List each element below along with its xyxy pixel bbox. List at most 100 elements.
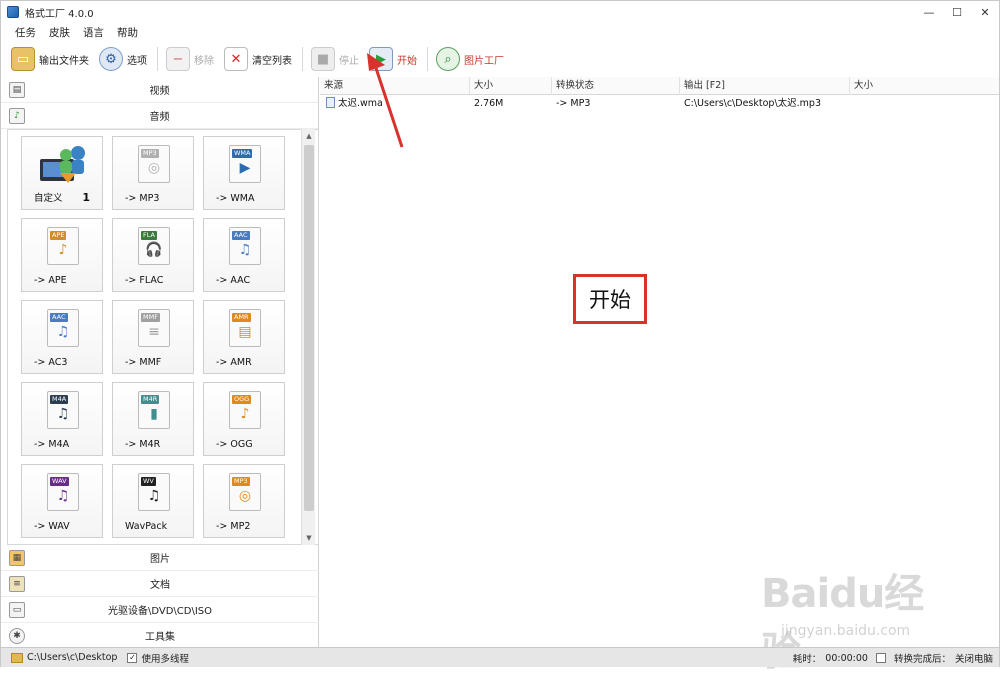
format-label: -> AAC [216, 275, 251, 286]
format-label: -> MP3 [125, 193, 160, 204]
count-badge: 1 [82, 191, 90, 204]
output-folder-button[interactable]: ▭ 输出文件夹 [11, 45, 89, 73]
category-label: 光驱设备\DVD\CD\ISO [107, 606, 213, 617]
format-tag: AMR [232, 313, 251, 322]
category-tools[interactable]: ✱ 工具集 [1, 623, 319, 649]
format-tag: AAC [50, 313, 68, 322]
window-controls: — ☐ ✕ [915, 1, 999, 23]
output-folder-label: 输出文件夹 [39, 55, 89, 67]
music-note-icon: ♪ [9, 107, 25, 124]
options-label: 选项 [127, 55, 147, 67]
format-tile[interactable]: MP3 ◎ -> MP3 [112, 136, 194, 210]
menu-skin[interactable]: 皮肤 [49, 25, 70, 40]
format-tile[interactable]: MMF ≡ -> MMF [112, 300, 194, 374]
format-label: -> OGG [216, 439, 253, 450]
scroll-thumb[interactable] [304, 145, 314, 511]
format-tile[interactable]: AAC ♫ -> AAC [203, 218, 285, 292]
column-size[interactable]: 大小 [470, 77, 552, 95]
close-button[interactable]: ✕ [971, 1, 999, 23]
category-label: 音频 [149, 112, 170, 123]
format-glyph-icon: ♫ [56, 488, 70, 504]
format-label: -> AMR [216, 357, 252, 368]
category-document[interactable]: ≡ 文档 [1, 571, 319, 597]
minimize-button[interactable]: — [915, 1, 943, 23]
scrollbar[interactable]: ▲ ▼ [301, 129, 315, 545]
menu-help[interactable]: 帮助 [117, 25, 138, 40]
magnifier-icon: ⌕ [436, 47, 460, 71]
multithread-checkbox[interactable]: ✓ [127, 652, 138, 663]
elapsed-time: 00:00:00 [825, 652, 868, 664]
format-glyph-icon: ▶ [239, 160, 251, 176]
format-glyph-icon: ♪ [58, 242, 68, 258]
remove-label: 移除 [194, 55, 214, 67]
format-label: -> AC3 [34, 357, 68, 368]
annotation-label: 开始 [573, 274, 647, 324]
app-logo-icon [7, 6, 19, 18]
options-button[interactable]: ⚙ 选项 [99, 45, 147, 73]
bottom-categories: ▦ 图片 ≡ 文档 ▭ 光驱设备\DVD\CD\ISO ✱ 工具集 [1, 545, 319, 649]
app-window: 格式工厂 4.0.0 — ☐ ✕ 任务 皮肤 语言 帮助 ▭ 输出文件夹 ⚙ 选… [0, 0, 1000, 675]
annotation-arrow [367, 53, 404, 148]
category-video[interactable]: ▤ 视频 [1, 77, 318, 103]
status-bar: C:\Users\c\Desktop ✓ 使用多线程 耗时： 00:00:00 … [1, 647, 999, 667]
picture-factory-button[interactable]: ⌕ 图片工厂 [436, 45, 504, 73]
format-glyph-icon: 🎧 [145, 242, 163, 258]
folder-icon[interactable] [11, 652, 23, 663]
format-label: -> M4A [34, 439, 70, 450]
format-tag: WV [141, 477, 156, 486]
format-tag: MMF [141, 313, 160, 322]
stop-button[interactable]: ■ 停止 [311, 45, 359, 73]
category-label: 文档 [150, 580, 170, 591]
status-right: 耗时： 00:00:00 转换完成后： 关闭电脑 [789, 648, 993, 668]
format-glyph-icon: ♫ [147, 488, 161, 504]
format-file-icon: MMF ≡ [138, 309, 170, 347]
row-status: -> MP3 [556, 98, 591, 109]
picture-icon: ▦ [9, 549, 25, 566]
format-tile[interactable]: MP3 ◎ -> MP2 [203, 464, 285, 538]
column-output[interactable]: 输出 [F2] [680, 77, 850, 95]
category-audio[interactable]: ♪ 音频 [1, 103, 318, 129]
format-tile[interactable]: WMA ▶ -> WMA [203, 136, 285, 210]
after-convert-value[interactable]: 关闭电脑 [955, 651, 993, 665]
format-tile[interactable]: FLA 🎧 -> FLAC [112, 218, 194, 292]
audio-format-grid: 自定义 1 MP3 ◎ -> MP3 WMA ▶ -> WMA APE ♪ -> APE FLA 🎧 ->… [7, 129, 319, 545]
menu-language[interactable]: 语言 [83, 25, 104, 40]
after-convert-checkbox[interactable] [875, 653, 886, 663]
column-status[interactable]: 转换状态 [552, 77, 680, 95]
format-tile[interactable]: AMR ▤ -> AMR [203, 300, 285, 374]
format-tile[interactable]: 自定义 1 [21, 136, 103, 210]
elapsed-label: 耗时： [792, 654, 822, 665]
format-tile[interactable]: OGG ♪ -> OGG [203, 382, 285, 456]
category-picture[interactable]: ▦ 图片 [1, 545, 319, 571]
format-glyph-icon: ♫ [238, 242, 252, 258]
title-bar: 格式工厂 4.0.0 — ☐ ✕ [1, 1, 999, 23]
format-file-icon: M4R ▮ [138, 391, 170, 429]
toolbar-divider [427, 47, 428, 71]
gear-icon: ⚙ [99, 47, 123, 71]
category-disc-drive[interactable]: ▭ 光驱设备\DVD\CD\ISO [1, 597, 319, 623]
remove-file-icon: − [166, 47, 190, 71]
clear-x-icon: ✕ [224, 47, 248, 71]
row-output: C:\Users\c\Desktop\太迟.mp3 [684, 98, 821, 109]
format-tile[interactable]: M4A ♫ -> M4A [21, 382, 103, 456]
clear-list-label: 清空列表 [252, 55, 292, 67]
format-tile[interactable]: M4R ▮ -> M4R [112, 382, 194, 456]
format-tile[interactable]: AAC ♫ -> AC3 [21, 300, 103, 374]
format-tile[interactable]: APE ♪ -> APE [21, 218, 103, 292]
clear-list-button[interactable]: ✕ 清空列表 [224, 45, 292, 73]
stop-label: 停止 [339, 55, 359, 67]
row-output-size [850, 96, 999, 112]
table-row[interactable]: 太迟.wma 2.76M -> MP3 C:\Users\c\Desktop\太… [320, 96, 999, 112]
toolbar-divider [302, 47, 303, 71]
format-label: -> MP2 [216, 521, 251, 532]
scroll-down-icon[interactable]: ▼ [302, 531, 316, 545]
menu-task[interactable]: 任务 [15, 25, 36, 40]
format-tile[interactable]: WV ♫ WavPack [112, 464, 194, 538]
format-file-icon: WAV ♫ [47, 473, 79, 511]
column-output-size[interactable]: 大小 [850, 77, 999, 95]
remove-button[interactable]: − 移除 [166, 45, 214, 73]
scroll-up-icon[interactable]: ▲ [302, 129, 316, 143]
maximize-button[interactable]: ☐ [943, 1, 971, 23]
format-tile[interactable]: WAV ♫ -> WAV [21, 464, 103, 538]
format-glyph-icon: ≡ [148, 324, 160, 340]
